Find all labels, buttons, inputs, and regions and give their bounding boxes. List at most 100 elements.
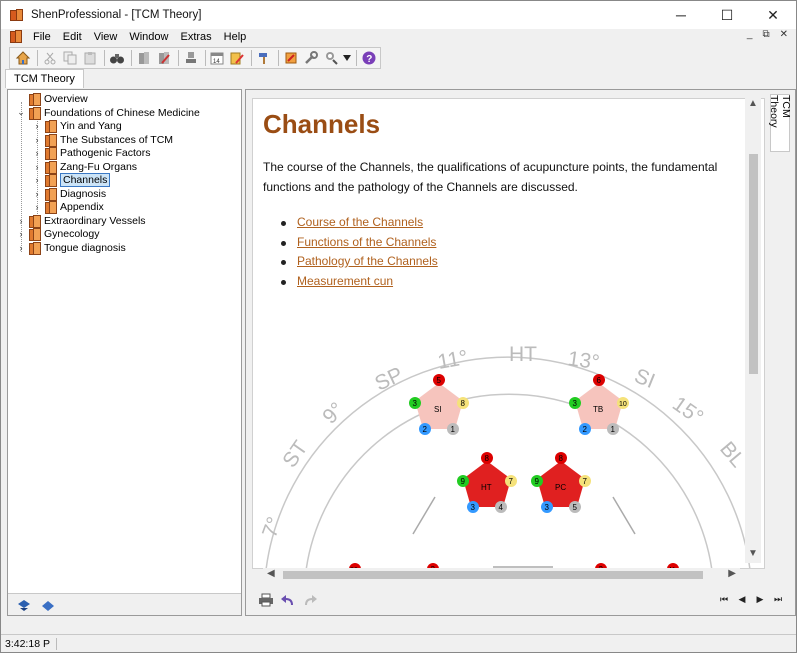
home-icon bbox=[15, 51, 31, 65]
home-button[interactable] bbox=[14, 49, 32, 67]
svg-text:14: 14 bbox=[213, 59, 220, 65]
channel-node-tb[interactable]: 6 3 10 2 1 TB bbox=[569, 374, 629, 435]
calendar-button[interactable]: 14 bbox=[208, 49, 226, 67]
menu-bar: File Edit View Window Extras Help _ ⧉ ✕ bbox=[1, 29, 796, 45]
scroll-thumb[interactable] bbox=[283, 571, 703, 579]
app-window: ShenProfessional - [TCM Theory] ─ ☐ ✕ Fi… bbox=[0, 0, 797, 653]
chevron-right-icon[interactable]: › bbox=[32, 162, 42, 172]
chevron-right-icon[interactable]: › bbox=[32, 148, 42, 158]
content-vertical-scrollbar[interactable]: ▲ ▼ bbox=[745, 98, 761, 563]
close-button[interactable]: ✕ bbox=[750, 1, 796, 29]
tree-item[interactable]: › Pathogenic Factors bbox=[32, 146, 150, 160]
toolbar-separator bbox=[103, 50, 105, 66]
scroll-thumb[interactable] bbox=[749, 154, 758, 374]
menu-file[interactable]: File bbox=[27, 31, 57, 43]
copy-button[interactable] bbox=[61, 49, 79, 67]
mdi-restore-button[interactable]: ⧉ bbox=[762, 29, 769, 40]
scroll-down-icon[interactable]: ▼ bbox=[748, 548, 758, 559]
point-bottom-left-label: 2 bbox=[423, 425, 428, 434]
link-pathology-of-channels[interactable]: Pathology of the Channels bbox=[297, 254, 438, 268]
tree-item[interactable]: ⌄ Foundations of Chinese Medicine bbox=[16, 106, 200, 120]
tree-item[interactable]: Overview bbox=[16, 92, 88, 106]
help-icon: ? bbox=[362, 51, 376, 65]
user-button[interactable] bbox=[322, 49, 340, 67]
mdi-close-button[interactable]: ✕ bbox=[780, 29, 788, 40]
print-preview-button[interactable] bbox=[182, 49, 200, 67]
tree-item[interactable]: › Yin and Yang bbox=[32, 119, 122, 133]
chevron-right-icon[interactable]: › bbox=[32, 202, 42, 212]
book-icon bbox=[44, 119, 57, 133]
page-intro: The course of the Channels, the qualific… bbox=[263, 160, 718, 194]
tab-tcm-theory[interactable]: TCM Theory bbox=[5, 69, 84, 88]
tree-item[interactable]: › The Substances of TCM bbox=[32, 133, 173, 147]
document-icon[interactable] bbox=[9, 30, 23, 44]
chevron-right-icon[interactable]: › bbox=[32, 189, 42, 199]
link-measurement-cun[interactable]: Measurement cun bbox=[297, 274, 393, 288]
tools-button[interactable] bbox=[255, 49, 273, 67]
menu-extras[interactable]: Extras bbox=[174, 31, 217, 43]
minimize-button[interactable]: ─ bbox=[658, 1, 704, 29]
book-button[interactable] bbox=[135, 49, 153, 67]
collapse-icon[interactable] bbox=[16, 598, 32, 612]
tab-tcm-theory-side[interactable]: TCM Theory bbox=[768, 94, 792, 152]
chevron-right-icon[interactable]: › bbox=[32, 135, 42, 145]
notes-button[interactable] bbox=[228, 49, 246, 67]
chevron-right-icon[interactable]: › bbox=[32, 121, 42, 131]
chevron-right-icon[interactable]: › bbox=[32, 175, 42, 185]
tree-item[interactable]: › Zang-Fu Organs bbox=[32, 160, 137, 174]
node-label: SI bbox=[434, 405, 442, 414]
list-item: Functions of the Channels bbox=[281, 235, 438, 255]
maximize-button[interactable]: ☐ bbox=[704, 1, 750, 29]
settings-button[interactable] bbox=[302, 49, 320, 67]
toolbar-separator bbox=[204, 50, 206, 66]
tree-item[interactable]: › Diagnosis bbox=[32, 187, 106, 201]
menu-view[interactable]: View bbox=[88, 31, 124, 43]
tree-item-label: Extraordinary Vessels bbox=[44, 214, 146, 227]
point-left-label: 9 bbox=[535, 477, 540, 486]
print-icon[interactable] bbox=[258, 593, 274, 607]
menu-edit[interactable]: Edit bbox=[57, 31, 88, 43]
help-button[interactable]: ? bbox=[360, 49, 378, 67]
point-bottom-left-label: 3 bbox=[545, 503, 550, 512]
chevron-down-icon[interactable]: ⌄ bbox=[16, 107, 26, 118]
chevron-right-icon[interactable]: › bbox=[16, 229, 26, 239]
menu-help[interactable]: Help bbox=[218, 31, 253, 43]
book-edit-button[interactable] bbox=[155, 49, 173, 67]
chevron-right-icon[interactable]: › bbox=[16, 216, 26, 226]
book-icon bbox=[28, 241, 41, 255]
title-bar[interactable]: ShenProfessional - [TCM Theory] ─ ☐ ✕ bbox=[1, 1, 796, 29]
ring-label: 11° bbox=[436, 346, 470, 374]
toolbar-separator bbox=[251, 50, 253, 66]
list-item: Pathology of the Channels bbox=[281, 254, 438, 274]
point-left-label: 9 bbox=[461, 477, 466, 486]
tree-item[interactable]: › Gynecology bbox=[16, 227, 99, 241]
tree-item[interactable]: › Tongue diagnosis bbox=[16, 241, 126, 255]
tree-item[interactable]: › Extraordinary Vessels bbox=[16, 214, 146, 228]
scroll-up-icon[interactable]: ▲ bbox=[748, 98, 758, 109]
point-right-label: 7 bbox=[583, 477, 588, 486]
redo-icon[interactable] bbox=[302, 593, 318, 607]
chevron-right-icon[interactable]: › bbox=[16, 243, 26, 253]
tree-item[interactable]: › Appendix bbox=[32, 200, 104, 214]
book-icon bbox=[138, 52, 149, 64]
herbs-button[interactable] bbox=[282, 49, 300, 67]
channel-node-pc[interactable]: 8 9 7 3 5 PC bbox=[531, 452, 591, 513]
mdi-minimize-button[interactable]: _ bbox=[747, 29, 753, 40]
search-button[interactable] bbox=[108, 49, 126, 67]
scroll-left-icon[interactable]: ◀ bbox=[267, 568, 275, 579]
paste-button[interactable] bbox=[81, 49, 99, 67]
expand-icon[interactable] bbox=[40, 598, 56, 612]
channel-node-ht[interactable]: 8 9 7 3 4 HT bbox=[457, 452, 517, 513]
ring-label: 9° bbox=[318, 398, 348, 428]
link-functions-of-channels[interactable]: Functions of the Channels bbox=[297, 235, 436, 249]
book-icon bbox=[28, 92, 41, 106]
content-horizontal-scrollbar[interactable]: ◀ ▶ bbox=[263, 568, 740, 582]
link-course-of-channels[interactable]: Course of the Channels bbox=[297, 215, 423, 229]
undo-icon[interactable] bbox=[280, 593, 296, 607]
dropdown-arrow-button[interactable] bbox=[342, 49, 351, 67]
cut-button[interactable] bbox=[41, 49, 59, 67]
channel-node-si[interactable]: 5 3 8 2 1 SI bbox=[409, 374, 469, 435]
menu-window[interactable]: Window bbox=[123, 31, 174, 43]
tree-item-selected[interactable]: › Channels bbox=[32, 172, 111, 187]
point-top-label: 6 bbox=[597, 376, 602, 385]
